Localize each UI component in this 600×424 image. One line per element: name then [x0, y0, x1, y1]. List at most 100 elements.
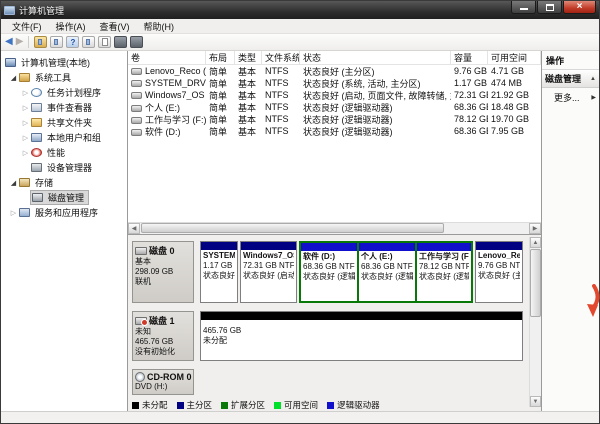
disk-1-info[interactable]: 磁盘 1 未知 465.76 GB 没有初始化 [132, 311, 194, 361]
disk-name: 磁盘 0 [149, 244, 175, 257]
col-type[interactable]: 类型 [235, 51, 262, 65]
collapsed-arrow-icon[interactable]: ▷ [21, 119, 30, 127]
col-layout[interactable]: 布局 [206, 51, 235, 65]
show-hide-icon[interactable] [82, 36, 95, 48]
partition-status: 状态良好 (逻辑驱动器) [303, 272, 355, 282]
partition-work-study-f[interactable]: 工作与学习 (F:) 78.12 GB NTFS 状态良好 (逻辑驱动器) [417, 243, 471, 301]
collapsed-arrow-icon[interactable]: ▷ [21, 134, 30, 142]
collapsed-arrow-icon[interactable]: ▷ [21, 89, 30, 97]
export-list-icon[interactable] [98, 36, 111, 48]
computer-management-window: 计算机管理 × 文件(F) 操作(A) 查看(V) 帮助(H) ◀ ▶ ? 计算… [0, 0, 600, 424]
table-row[interactable]: 工作与学习 (F:) 简单 基本 NTFS 状态良好 (逻辑驱动器) 78.12… [128, 113, 541, 125]
collapsed-arrow-icon[interactable]: ▷ [21, 104, 30, 112]
close-button[interactable]: × [563, 1, 596, 14]
partition-status: 状态良好 (逻辑驱动器) [361, 272, 413, 282]
tree-item-computer-management[interactable]: 计算机管理(本地) [1, 55, 127, 70]
expanded-arrow-icon[interactable]: ◢ [9, 179, 18, 187]
disk-status: 没有初始化 [135, 347, 191, 357]
tree-item-services[interactable]: ▷ 服务和应用程序 [1, 205, 127, 220]
scrollbar-thumb[interactable] [530, 249, 541, 317]
titlebar: 计算机管理 × [1, 1, 599, 19]
scroll-left-icon[interactable]: ◀ [128, 223, 140, 234]
back-icon[interactable]: ◀ [5, 37, 13, 47]
pane-glyph [38, 39, 42, 45]
partition-windows7-os[interactable]: Windows7_OS (C:) 72.31 GB NTFS 状态良好 (启动,… [240, 241, 297, 303]
logical-drive-bar [301, 243, 357, 251]
partition-status: 状态良好 (逻辑驱动器) [419, 272, 469, 282]
window-panes-icon[interactable] [50, 36, 63, 48]
tree-item-label: 事件查看器 [45, 101, 94, 114]
properties-icon[interactable] [114, 36, 127, 48]
scroll-right-icon[interactable]: ▶ [529, 223, 541, 234]
statusbar [1, 411, 599, 423]
col-capacity[interactable]: 容量 [451, 51, 488, 65]
partition-system-drv[interactable]: SYSTEM_DRV 1.17 GB NTFS 状态良好 (系统, 活动, 主分… [200, 241, 238, 303]
partition-software-d[interactable]: 软件 (D:) 68.36 GB NTFS 状态良好 (逻辑驱动器) [301, 243, 357, 301]
window-title: 计算机管理 [19, 4, 511, 17]
tree-item-label: 计算机管理(本地) [19, 56, 92, 69]
menu-help[interactable]: 帮助(H) [137, 19, 182, 34]
actions-disk-management[interactable]: 磁盘管理 ▲ [542, 70, 599, 88]
actions-panel: 操作 磁盘管理 ▲ 更多... ▶ [541, 51, 599, 411]
disk-management-icon [32, 193, 43, 202]
cdrom-info[interactable]: CD-ROM 0 DVD (H:) [132, 369, 194, 395]
tree-item-event-viewer[interactable]: ▷ 事件查看器 [1, 100, 127, 115]
console-tree-icon[interactable] [34, 36, 47, 48]
actions-more[interactable]: 更多... ▶ [542, 88, 599, 107]
col-filesystem[interactable]: 文件系统 [262, 51, 300, 65]
disk-0-info[interactable]: 磁盘 0 基本 298.09 GB 联机 [132, 241, 194, 303]
menu-view[interactable]: 查看(V) [93, 19, 137, 34]
pane-glyph [86, 39, 90, 45]
tree-item-system-tools[interactable]: ◢ 系统工具 [1, 70, 127, 85]
table-row[interactable]: 软件 (D:) 简单 基本 NTFS 状态良好 (逻辑驱动器) 68.36 GB… [128, 125, 541, 137]
unallocated-region[interactable]: 465.76 GB 未分配 [200, 311, 523, 361]
partition-size: 1.17 GB NTFS [203, 261, 235, 271]
toolbar-separator [28, 36, 29, 48]
tree-item-disk-management[interactable]: 磁盘管理 [1, 190, 127, 205]
tree-item-shared-folders[interactable]: ▷ 共享文件夹 [1, 115, 127, 130]
partition-personal-e[interactable]: 个人 (E:) 68.36 GB NTFS 状态良好 (逻辑驱动器) [359, 243, 415, 301]
col-free-space[interactable]: 可用空间 [488, 51, 541, 65]
scroll-down-icon[interactable]: ▼ [530, 396, 541, 407]
scrollbar-track[interactable] [530, 248, 541, 396]
vertical-scrollbar[interactable]: ▲ ▼ [529, 237, 541, 407]
cell: NTFS [262, 102, 300, 112]
unallocated-size: 465.76 GB [203, 326, 520, 336]
partition-lenovo-reco[interactable]: Lenovo_Reco (Q:) 9.76 GB NTFS 状态良好 (主分区) [475, 241, 523, 303]
horizontal-scrollbar[interactable]: ◀ ▶ [128, 222, 541, 234]
volume-table-header: 卷 布局 类型 文件系统 状态 容量 可用空间 [128, 51, 541, 65]
scrollbar-track[interactable] [140, 223, 529, 234]
table-row[interactable]: 个人 (E:) 简单 基本 NTFS 状态良好 (逻辑驱动器) 68.36 GB… [128, 101, 541, 113]
forward-icon[interactable]: ▶ [16, 37, 24, 47]
expanded-arrow-icon[interactable]: ◢ [9, 74, 18, 82]
collapsed-arrow-icon[interactable]: ▷ [21, 149, 30, 157]
tree-item-task-scheduler[interactable]: ▷ 任务计划程序 [1, 85, 127, 100]
collapsed-arrow-icon[interactable]: ▷ [9, 209, 18, 217]
tree-item-label: 设备管理器 [45, 161, 94, 174]
scroll-up-icon[interactable]: ▲ [530, 237, 541, 248]
tree-item-local-users[interactable]: ▷ 本地用户和组 [1, 130, 127, 145]
menu-file[interactable]: 文件(F) [5, 19, 49, 34]
event-viewer-icon [31, 103, 42, 112]
disk-size: 298.09 GB [135, 267, 191, 277]
tree-item-device-manager[interactable]: 设备管理器 [1, 160, 127, 175]
help-icon[interactable]: ? [66, 36, 79, 48]
tree-item-performance[interactable]: ▷ 性能 [1, 145, 127, 160]
table-row[interactable]: Windows7_OS (C:) 简单 基本 NTFS 状态良好 (启动, 页面… [128, 89, 541, 101]
collapse-caret-icon[interactable]: ▲ [590, 76, 596, 82]
table-row[interactable]: SYSTEM_DRV 简单 基本 NTFS 状态良好 (系统, 活动, 主分区)… [128, 77, 541, 89]
col-volume[interactable]: 卷 [128, 51, 206, 65]
table-row[interactable]: Lenovo_Reco (Q:) 简单 基本 NTFS 状态良好 (主分区) 9… [128, 65, 541, 77]
disk-type: 基本 [135, 257, 191, 267]
tree-item-storage[interactable]: ◢ 存储 [1, 175, 127, 190]
maximize-button[interactable] [537, 1, 562, 14]
col-status[interactable]: 状态 [300, 51, 451, 65]
manage-icon[interactable] [130, 36, 143, 48]
menu-action[interactable]: 操作(A) [49, 19, 93, 34]
cell: 474 MB [488, 78, 541, 88]
minimize-button[interactable] [511, 1, 536, 14]
pane-glyph [54, 39, 58, 45]
cell: 19.70 GB [488, 114, 541, 124]
unallocated-bar [201, 312, 522, 320]
scrollbar-thumb[interactable] [141, 223, 444, 233]
